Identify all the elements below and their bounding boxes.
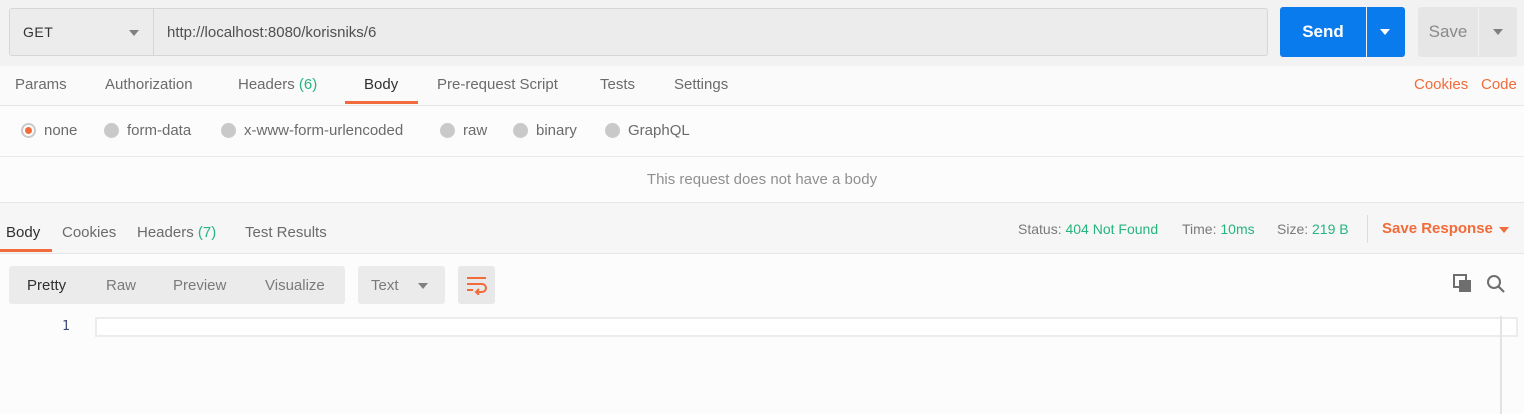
chevron-down-icon (1493, 29, 1503, 35)
time-label: Time: (1182, 221, 1217, 237)
radio-x-www-form-urlencoded[interactable]: x-www-form-urlencoded (221, 122, 403, 139)
tab-prerequest-script[interactable]: Pre-request Script (437, 76, 558, 93)
method-label: GET (23, 24, 54, 40)
radio-icon (221, 123, 236, 138)
tab-settings[interactable]: Settings (674, 76, 728, 93)
url-value: http://localhost:8080/korisniks/6 (167, 24, 377, 41)
method-select[interactable]: GET (9, 8, 153, 56)
view-mode-pretty[interactable]: Pretty (27, 277, 66, 294)
radio-label: GraphQL (628, 122, 690, 139)
save-response-button[interactable]: Save Response (1382, 220, 1493, 237)
tab-headers-count: (6) (298, 76, 318, 93)
format-select[interactable]: Text (358, 266, 445, 304)
radio-none[interactable]: none (21, 122, 77, 139)
wrap-lines-button[interactable] (458, 266, 495, 304)
send-options-button[interactable] (1367, 7, 1405, 57)
status-label: Status: (1018, 221, 1062, 237)
save-button[interactable]: Save (1418, 7, 1478, 57)
radio-label: form-data (127, 122, 192, 139)
line-number: 1 (62, 319, 70, 334)
divider (1367, 215, 1368, 243)
tab-tests[interactable]: Tests (600, 76, 635, 93)
radio-graphql[interactable]: GraphQL (605, 122, 690, 139)
view-mode-selector: Pretty Raw Preview Visualize (9, 266, 345, 304)
chevron-down-icon (418, 283, 428, 289)
radio-label: binary (536, 122, 577, 139)
radio-form-data[interactable]: form-data (104, 122, 191, 139)
wrap-lines-icon (467, 277, 487, 295)
request-tabs: Params Authorization Headers (6) Body Pr… (0, 66, 1524, 106)
cookies-link[interactable]: Cookies (1414, 76, 1468, 93)
response-bar: Body Cookies Headers (7) Test Results St… (0, 203, 1524, 254)
url-input[interactable]: http://localhost:8080/korisniks/6 (153, 8, 1268, 56)
size-value[interactable]: 219 B (1312, 221, 1349, 237)
status-value[interactable]: 404 Not Found (1065, 221, 1158, 237)
tab-headers-label: Headers (238, 76, 295, 93)
view-mode-preview[interactable]: Preview (173, 277, 226, 294)
tab-body[interactable]: Body (364, 76, 398, 93)
response-tab-test-results[interactable]: Test Results (245, 224, 327, 241)
radio-icon (605, 123, 620, 138)
radio-icon (513, 123, 528, 138)
active-response-tab-indicator (0, 249, 52, 252)
save-options-button[interactable] (1479, 7, 1517, 57)
send-button[interactable]: Send (1280, 7, 1366, 57)
response-tab-body[interactable]: Body (6, 224, 40, 241)
time-value[interactable]: 10ms (1220, 221, 1254, 237)
response-tab-headers[interactable]: Headers (7) (137, 224, 216, 241)
code-link[interactable]: Code (1481, 76, 1517, 93)
size-label: Size: (1277, 221, 1309, 237)
radio-binary[interactable]: binary (513, 122, 577, 139)
time-readout: Time: 10ms (1182, 221, 1255, 237)
active-tab-indicator (345, 101, 418, 104)
scrollbar[interactable] (1500, 316, 1502, 414)
tab-authorization[interactable]: Authorization (105, 76, 193, 93)
radio-icon (104, 123, 119, 138)
request-bar: GET http://localhost:8080/korisniks/6 Se… (0, 0, 1524, 66)
chevron-down-icon[interactable] (1499, 227, 1509, 233)
no-body-message: This request does not have a body (0, 157, 1524, 203)
view-mode-raw[interactable]: Raw (106, 277, 136, 294)
response-tab-cookies[interactable]: Cookies (62, 224, 116, 241)
view-mode-visualize[interactable]: Visualize (265, 277, 325, 294)
response-tab-headers-count: (7) (197, 224, 217, 241)
chevron-down-icon (129, 30, 139, 36)
response-tab-headers-label: Headers (137, 224, 194, 241)
format-label: Text (371, 277, 399, 294)
tab-headers[interactable]: Headers (6) (238, 76, 317, 93)
radio-label: raw (463, 122, 488, 139)
status-readout: Status: 404 Not Found (1018, 221, 1158, 237)
size-readout: Size: 219 B (1277, 221, 1349, 237)
tab-params[interactable]: Params (15, 76, 67, 93)
copy-icon[interactable] (1453, 274, 1473, 294)
search-icon[interactable] (1486, 274, 1506, 294)
radio-selected-icon (21, 123, 36, 138)
radio-label: none (44, 122, 78, 139)
chevron-down-icon (1380, 29, 1390, 35)
radio-icon (440, 123, 455, 138)
radio-label: x-www-form-urlencoded (244, 122, 404, 139)
body-type-options: none form-data x-www-form-urlencoded raw… (0, 106, 1524, 157)
radio-raw[interactable]: raw (440, 122, 487, 139)
response-body-editor[interactable] (95, 317, 1518, 337)
